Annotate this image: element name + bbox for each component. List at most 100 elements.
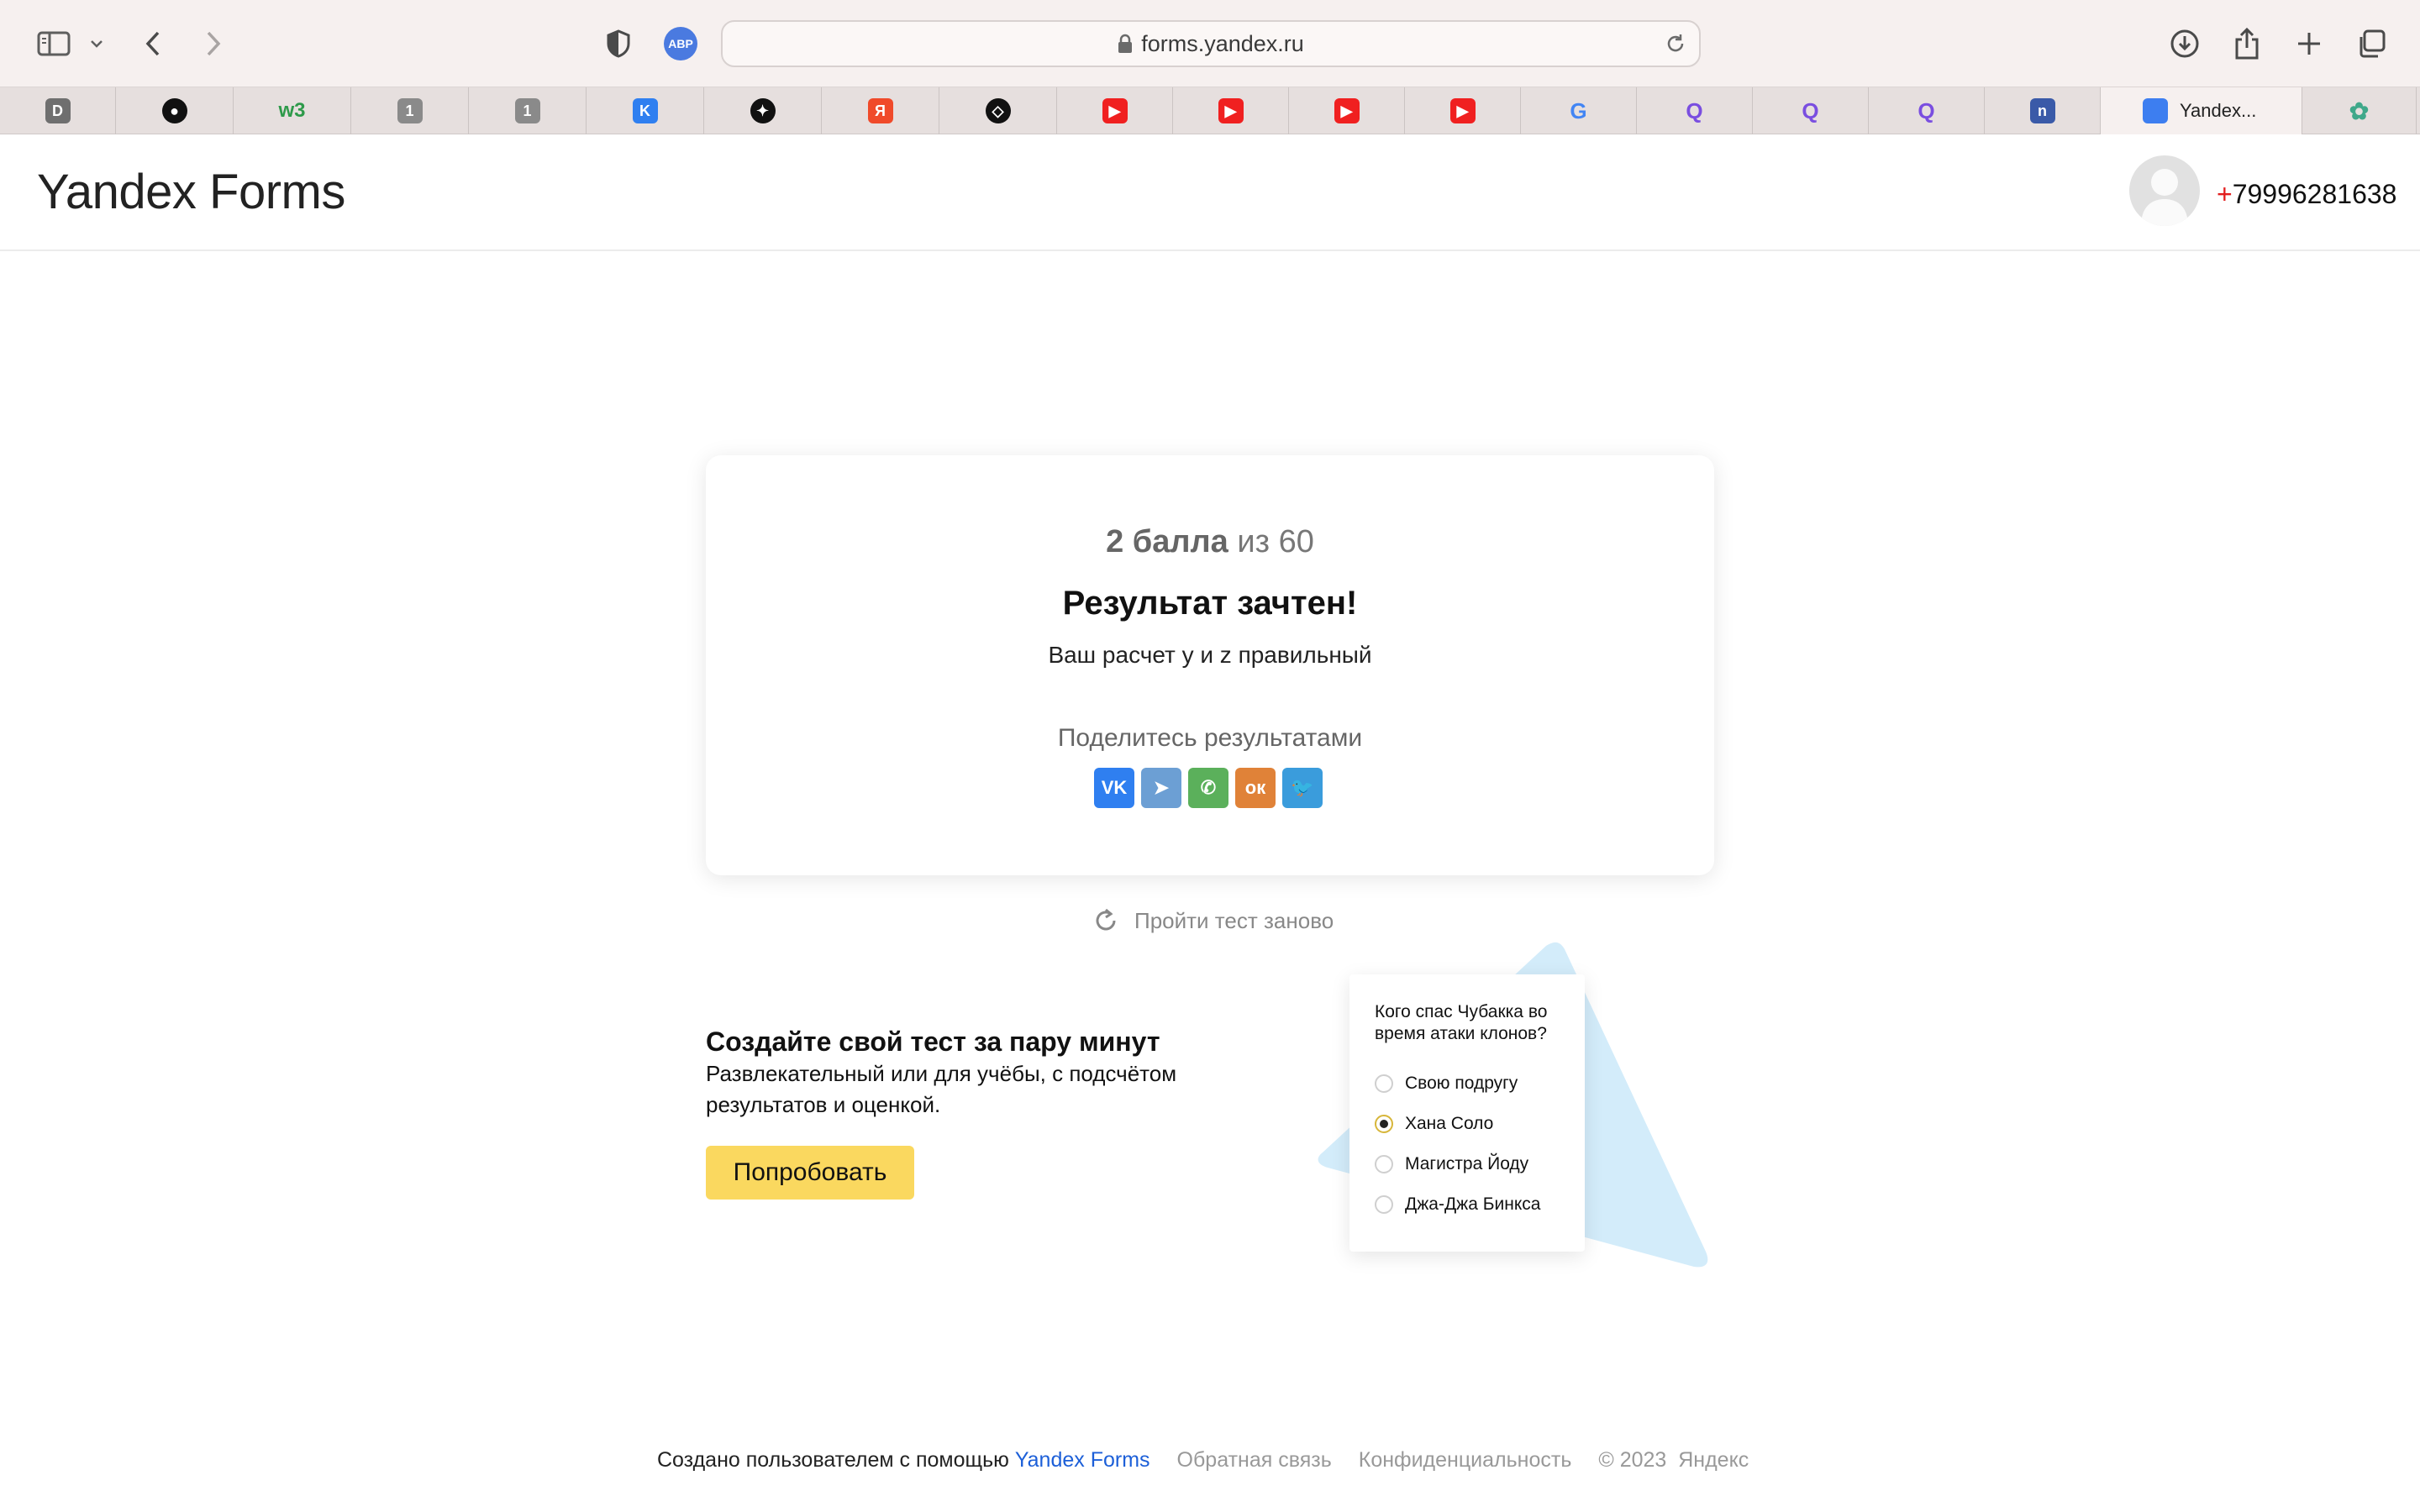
vk-icon: VK [1101,777,1128,798]
address-bar[interactable]: forms.yandex.ru [721,20,1701,67]
result-title: Результат зачтен! [1062,585,1358,622]
share-label: Поделитесь результатами [1057,724,1363,752]
footer: Создано пользователем с помощью Yandex F… [657,1448,1749,1473]
quiz-option[interactable]: Магистра Йоду [1375,1154,1528,1174]
youtube-icon: ▶ [1102,98,1128,123]
download-icon [2170,29,2199,58]
refresh-icon [1096,908,1116,931]
quiz-icon: Q [1918,97,1935,123]
share-button[interactable] [2228,18,2265,69]
quiz-icon: Q [1686,97,1703,123]
share-buttons: VK ➤ ✆ ок 🐦 [1094,768,1323,808]
quiz-option-label: Джа-Джа Бинкса [1405,1194,1541,1214]
chevron-right-icon [207,31,221,56]
chevron-left-icon [145,31,160,56]
favicon-icon: 1 [514,98,540,123]
share-telegram-button[interactable]: ➤ [1141,768,1181,808]
footer-yandex-forms-link[interactable]: Yandex Forms [1015,1448,1150,1473]
browser-tab[interactable]: Я [822,87,939,134]
favicon-icon: 1 [397,98,423,123]
browser-tab[interactable]: Yandex... [2101,87,2302,134]
plus-icon [2298,33,2320,55]
page-header: Yandex Forms +79996281638 [0,135,2420,251]
quiz-icon: Q [1802,97,1819,123]
new-tab-button[interactable] [2291,18,2328,69]
browser-tab[interactable]: K [587,87,704,134]
github-icon: ● [161,98,187,123]
youtube-icon: ▶ [1334,98,1360,123]
compass-icon: ✦ [750,98,776,123]
telegram-icon: ➤ [1153,777,1170,798]
browser-tab[interactable]: ● [116,87,234,134]
odnoklassniki-icon: ок [1244,777,1266,798]
browser-tab[interactable]: ▶ [1289,87,1405,134]
tab-title: Yandex... [2180,100,2257,121]
browser-tab[interactable]: ▶ [1405,87,1521,134]
share-whatsapp-button[interactable]: ✆ [1188,768,1228,808]
browser-tab[interactable]: ✿ [2302,87,2417,134]
browser-tab[interactable]: 1 [469,87,587,134]
chevron-down-icon [91,40,103,48]
quiz-option[interactable]: Свою подругу [1375,1074,1518,1094]
browser-tab[interactable]: G [1521,87,1637,134]
footer-created-text: Создано пользователем с помощью [657,1448,1015,1472]
sidebar-icon [37,31,71,56]
share-twitter-button[interactable]: 🐦 [1282,768,1323,808]
footer-privacy-link[interactable]: Конфиденциальность [1359,1448,1572,1473]
promo-description: Развлекательный или для учёбы, с подсчёт… [706,1061,1177,1117]
try-button[interactable]: Попробовать [706,1146,914,1200]
quiz-option[interactable]: Джа-Джа Бинкса [1375,1194,1540,1215]
browser-tab[interactable]: w3 [234,87,351,134]
browser-tab[interactable]: n [1985,87,2101,134]
codepen-icon: ◇ [985,98,1011,123]
browser-tab[interactable]: D [0,87,116,134]
browser-tab[interactable]: ▶ [1173,87,1289,134]
favicon-icon: Я [867,98,893,123]
browser-tab[interactable]: ✦ [704,87,822,134]
radio-button[interactable] [1375,1155,1393,1173]
lock-icon [1118,34,1133,53]
openai-icon: ✿ [2349,97,2370,124]
tab-group-dropdown[interactable] [84,18,109,69]
forms-icon [2143,98,2168,123]
yandex-forms-logo[interactable]: Yandex Forms [37,164,345,220]
youtube-icon: ▶ [1449,98,1476,123]
share-vk-button[interactable]: VK [1094,768,1134,808]
result-card: 2 балла из 60 Результат зачтен! Ваш расч… [706,455,1714,875]
quiz-option[interactable]: Хана Соло [1375,1114,1493,1134]
browser-tab[interactable]: ◇ [939,87,1057,134]
privacy-report-button[interactable] [602,18,635,69]
forward-button[interactable] [195,18,232,69]
downloads-button[interactable] [2166,18,2203,69]
retry-label: Пройти тест заново [1134,907,1334,933]
footer-copyright: © 2023 Яндекс [1598,1448,1749,1472]
radio-button[interactable] [1375,1074,1393,1093]
url-text: forms.yandex.ru [1141,30,1304,56]
tab-overview-button[interactable] [2353,18,2390,69]
tabs-overview-icon [2360,29,2386,58]
share-odnoklassniki-button[interactable]: ок [1235,768,1276,808]
whatsapp-icon: ✆ [1200,777,1217,798]
footer-feedback-link[interactable]: Обратная связь [1177,1448,1332,1473]
sidebar-toggle-button[interactable] [30,18,77,69]
retry-test-button[interactable]: Пройти тест заново [1092,907,1334,934]
browser-tab[interactable]: Q [1869,87,1985,134]
adblock-extension-button[interactable]: ABP [664,27,697,60]
user-phone[interactable]: +79996281638 [2217,179,2396,210]
score-text: 2 балла из 60 [1106,524,1314,559]
youtube-icon: ▶ [1218,98,1244,123]
browser-tab[interactable]: Q [1637,87,1753,134]
radio-button[interactable] [1375,1115,1393,1133]
browser-tab[interactable]: Q [1753,87,1869,134]
vk-icon: K [632,98,658,123]
quiz-option-label: Магистра Йоду [1405,1154,1529,1173]
back-button[interactable] [134,18,171,69]
browser-toolbar: ABP forms.yandex.ru [0,0,2420,87]
radio-button[interactable] [1375,1195,1393,1214]
shield-icon [607,29,630,58]
reload-icon[interactable] [1664,32,1687,55]
browser-tab[interactable]: ▶ [1057,87,1173,134]
browser-tab[interactable]: 1 [351,87,469,134]
favicon-icon: w3 [278,99,306,122]
avatar[interactable] [2129,155,2200,226]
